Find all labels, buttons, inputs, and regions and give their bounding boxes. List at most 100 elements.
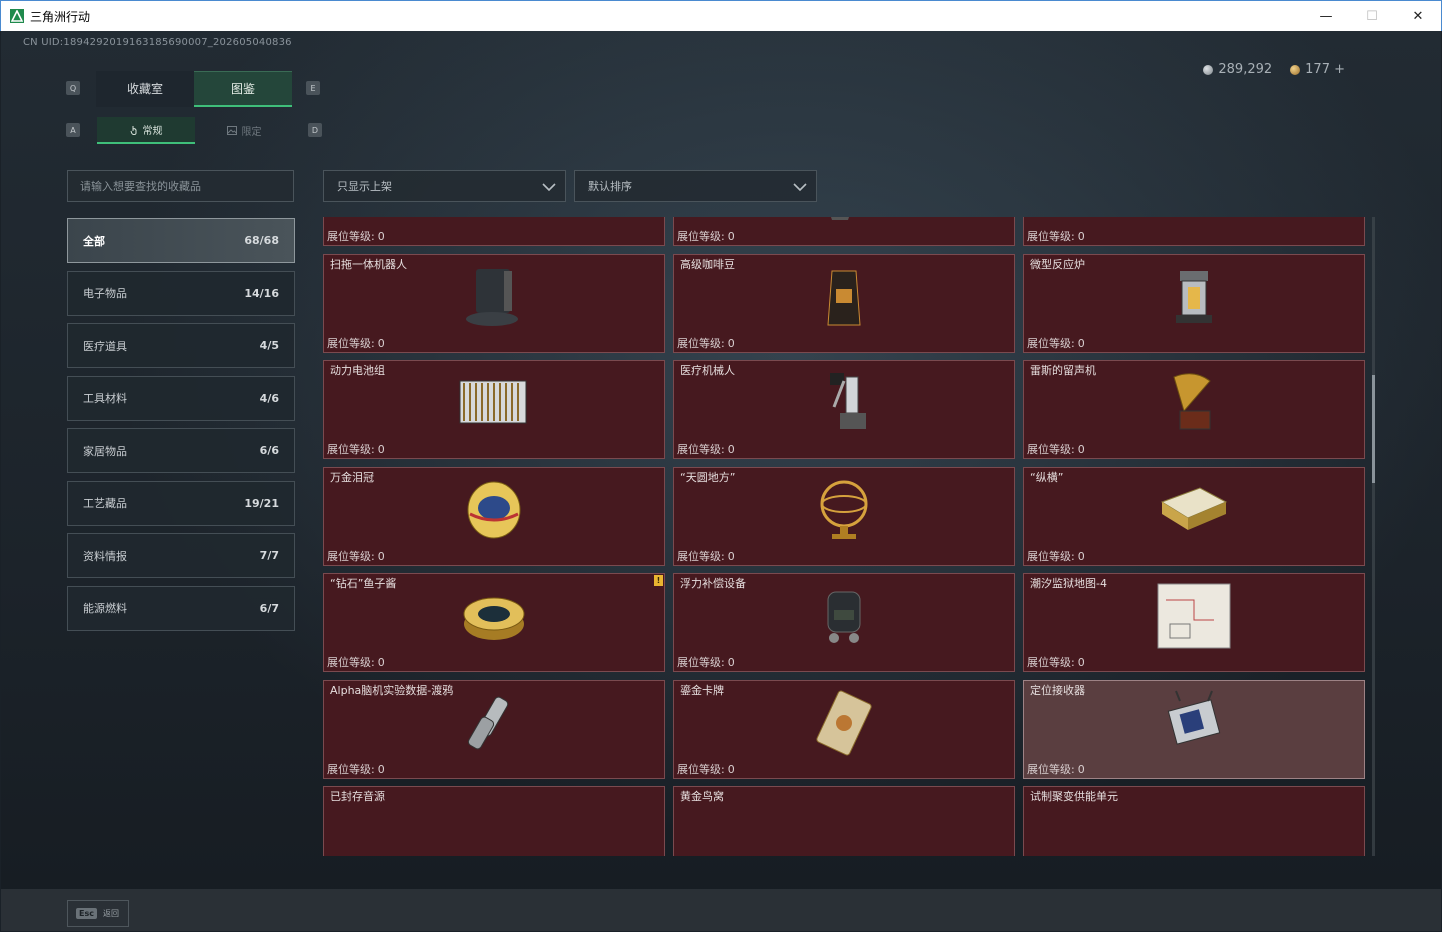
collectible-card[interactable]: 医疗机械人展位等级: 0 [673, 360, 1015, 459]
collectible-card[interactable]: 试制聚变供能单元 [1023, 786, 1365, 856]
display-level-label: 展位等级: [327, 443, 375, 456]
currency-display: 289,292 177 + [1203, 62, 1345, 77]
key-hint-q: Q [66, 81, 80, 95]
tab-collection-room[interactable]: 收藏室 [96, 71, 194, 107]
display-level-label: 展位等级: [677, 336, 725, 350]
collectible-name: 动力电池组 [330, 364, 385, 377]
collectible-card[interactable]: 高级咖啡豆 展位等级: 0 [673, 253, 1015, 353]
category-count: 6/7 [259, 601, 279, 615]
silver-amount: 289,292 [1218, 62, 1273, 77]
display-level: 展位等级: 0 [1027, 761, 1085, 777]
subtab-regular[interactable]: 常规 [97, 117, 195, 144]
hand-icon [130, 125, 136, 135]
medical-robot-icon [794, 365, 894, 441]
collectible-card[interactable]: “钻石”鱼子酱 展位等级: 0! [323, 573, 665, 672]
category-label: 资料情报 [83, 549, 127, 563]
new-badge: ! [654, 575, 663, 586]
grid-scrollbar-thumb[interactable] [1372, 375, 1375, 483]
display-level-label: 展位等级: [677, 549, 725, 563]
collectible-name: 试制聚变供能单元 [1030, 790, 1118, 803]
display-level-label: 展位等级: [327, 762, 375, 776]
collectible-card[interactable]: 万金泪冠 展位等级: 0 [323, 466, 665, 566]
collection-search-input[interactable] [67, 170, 294, 202]
user-uid: CN UID:1894292019163185690007_2026050408… [23, 37, 292, 48]
gold-currency[interactable]: 177 + [1290, 62, 1345, 77]
display-level: 展位等级: 0 [327, 228, 385, 244]
close-button[interactable]: ✕ [1395, 1, 1441, 31]
display-level-value: 0 [727, 443, 735, 456]
display-level: 展位等级: 0 [677, 654, 735, 670]
collectible-card[interactable]: 扫拖一体机器人 展位等级: 0 [323, 253, 665, 353]
silver-coin-icon [1203, 64, 1214, 75]
collectible-card[interactable]: 已封存音源 [323, 786, 665, 856]
category-intel[interactable]: 资料情报 7/7 [67, 533, 295, 578]
collectible-card[interactable]: “天圆地方” 展位等级: 0 [673, 466, 1015, 566]
sort-dropdown[interactable]: 默认排序 [574, 170, 817, 202]
collectible-card[interactable]: 微型反应炉 展位等级: 0 [1023, 253, 1365, 353]
category-label: 医疗道具 [83, 339, 127, 353]
back-label: 返回 [102, 909, 119, 918]
collectible-card[interactable]: 展位等级: 0 [673, 217, 1015, 246]
display-level-label: 展位等级: [1027, 443, 1075, 456]
display-level-label: 展位等级: [1027, 230, 1075, 243]
display-level-value: 0 [1077, 656, 1085, 669]
maximize-button[interactable]: ☐ [1349, 1, 1395, 31]
subtab-limited-label: 限定 [241, 127, 262, 138]
display-level-value: 0 [1077, 762, 1085, 776]
collectible-name: 定位接收器 [1030, 683, 1085, 697]
category-count: 6/6 [259, 444, 279, 457]
display-level-label: 展位等级: [677, 443, 725, 456]
back-button[interactable]: Esc 返回 [67, 900, 129, 927]
camera-module-icon [1144, 217, 1244, 228]
collectible-card[interactable]: 潮汐监狱地图-4 展位等级: 0 [1023, 573, 1365, 672]
display-level-label: 展位等级: [1027, 762, 1075, 776]
collectible-card[interactable]: “纵横” 展位等级: 0 [1023, 466, 1365, 566]
category-electronics[interactable]: 电子物品 14/16 [67, 270, 295, 316]
display-level-label: 展位等级: [327, 656, 375, 669]
category-tools[interactable]: 工具材料 4/6 [67, 375, 295, 421]
category-count: 7/7 [259, 549, 279, 562]
display-level-value: 0 [1077, 549, 1085, 563]
category-household[interactable]: 家居物品 6/6 [67, 428, 295, 473]
grid-scrollbar[interactable] [1372, 217, 1375, 856]
collectible-card[interactable]: 雷斯的留声机 展位等级: 0 [1023, 360, 1365, 459]
collectible-card[interactable]: 鎏金卡牌 展位等级: 0 [673, 679, 1015, 779]
image-icon [226, 126, 237, 135]
robot-vacuum-icon [444, 259, 544, 335]
collectible-card[interactable]: 浮力补偿设备 展位等级: 0 [673, 573, 1015, 672]
category-all[interactable]: 全部 68/68 [67, 218, 295, 263]
display-level: 展位等级: 0 [1027, 654, 1085, 670]
window-title: 三角洲行动 [30, 9, 91, 24]
collectible-card[interactable]: 黄金鸟窝 [673, 786, 1015, 856]
display-level-label: 展位等级: [677, 230, 725, 243]
display-level-label: 展位等级: [677, 762, 725, 776]
display-level-value: 0 [1077, 230, 1085, 243]
collectible-name: 雷斯的留声机 [1030, 364, 1096, 377]
shelf-filter-dropdown[interactable]: 只显示上架 [323, 170, 566, 202]
tab-codex[interactable]: 图鉴 [194, 71, 292, 107]
display-level: 展位等级: 0 [677, 228, 735, 244]
display-level: 展位等级: 0 [677, 761, 735, 777]
collectible-name: “天圆地方” [680, 470, 736, 484]
subtab-limited[interactable]: 限定 [195, 117, 293, 144]
collectible-name: 医疗机械人 [680, 364, 735, 377]
category-crafts[interactable]: 工艺藏品 19/21 [67, 480, 295, 526]
collectible-card[interactable]: 展位等级: 0 [323, 217, 665, 246]
gold-amount: 177 + [1305, 62, 1345, 77]
display-level-label: 展位等级: [327, 549, 375, 563]
key-hint-a: A [66, 123, 80, 137]
collectible-name: 已封存音源 [330, 790, 385, 803]
minimize-button[interactable]: — [1303, 1, 1349, 31]
category-count: 68/68 [244, 234, 279, 247]
display-level-value: 0 [377, 230, 385, 243]
display-level: 展位等级: 0 [677, 548, 735, 564]
collectible-card[interactable]: Alpha脑机实验数据-渡鸦 展位等级: 0 [323, 679, 665, 779]
category-label: 能源燃料 [83, 602, 127, 615]
category-energy[interactable]: 能源燃料 6/7 [67, 585, 295, 631]
collectible-card[interactable]: 展位等级: 0 [1023, 217, 1365, 246]
collectible-card[interactable]: 动力电池组 展位等级: 0 [323, 360, 665, 459]
display-level-value: 0 [727, 656, 735, 669]
collectible-card[interactable]: 定位接收器展位等级: 0 [1023, 679, 1365, 779]
category-medical[interactable]: 医疗道具 4/5 [67, 323, 295, 368]
collectible-name: 高级咖啡豆 [680, 257, 735, 271]
